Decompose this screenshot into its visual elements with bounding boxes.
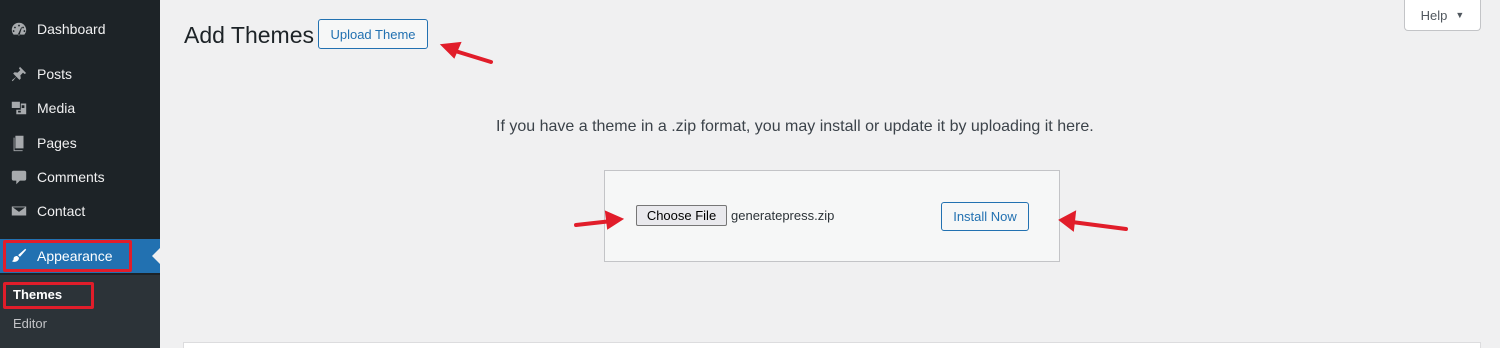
- sidebar-item-label: Contact: [37, 203, 86, 219]
- submenu-item-editor[interactable]: Editor: [13, 316, 47, 331]
- dashboard-icon: [9, 19, 29, 39]
- current-menu-arrow: [152, 248, 160, 264]
- sidebar-item-posts[interactable]: Posts: [0, 57, 160, 91]
- sidebar-item-comments[interactable]: Comments: [0, 160, 160, 194]
- upload-theme-button[interactable]: Upload Theme: [318, 19, 428, 49]
- sidebar-item-contact[interactable]: Contact: [0, 194, 160, 228]
- sidebar-item-label: Dashboard: [37, 21, 106, 37]
- comments-icon: [9, 167, 29, 187]
- help-tab-button[interactable]: Help ▼: [1404, 0, 1481, 31]
- brush-icon: [9, 246, 29, 266]
- sidebar-item-label: Comments: [37, 169, 105, 185]
- submenu-item-themes[interactable]: Themes: [13, 287, 62, 302]
- sidebar-item-label: Appearance: [37, 248, 113, 264]
- envelope-icon: [9, 201, 29, 221]
- sidebar-item-label: Posts: [37, 66, 73, 82]
- pin-icon: [9, 64, 29, 84]
- caret-down-icon: ▼: [1455, 10, 1465, 20]
- upload-description: If you have a theme in a .zip format, yo…: [496, 118, 1094, 135]
- theme-browser-panel: [183, 342, 1481, 348]
- selected-file-name: generatepress.zip: [731, 208, 835, 223]
- sidebar-item-label: Pages: [37, 135, 77, 151]
- appearance-submenu: Themes Editor: [0, 275, 160, 348]
- install-now-button[interactable]: Install Now: [941, 202, 1029, 231]
- help-label: Help: [1420, 7, 1448, 23]
- sidebar-item-appearance[interactable]: Appearance: [0, 239, 160, 273]
- annotation-arrow-install: [1058, 210, 1128, 232]
- upload-form: Choose File generatepress.zip Install No…: [604, 170, 1060, 262]
- choose-file-button[interactable]: Choose File: [636, 205, 727, 226]
- media-icon: [9, 98, 29, 118]
- sidebar-item-media[interactable]: Media: [0, 91, 160, 125]
- admin-sidebar: Dashboard Posts Media Pages Comments Con…: [0, 0, 160, 348]
- sidebar-item-label: Media: [37, 100, 76, 116]
- pages-icon: [9, 133, 29, 153]
- page-title: Add Themes: [184, 22, 314, 48]
- annotation-arrow-upload: [439, 41, 493, 64]
- sidebar-item-pages[interactable]: Pages: [0, 126, 160, 160]
- sidebar-item-dashboard[interactable]: Dashboard: [0, 12, 160, 46]
